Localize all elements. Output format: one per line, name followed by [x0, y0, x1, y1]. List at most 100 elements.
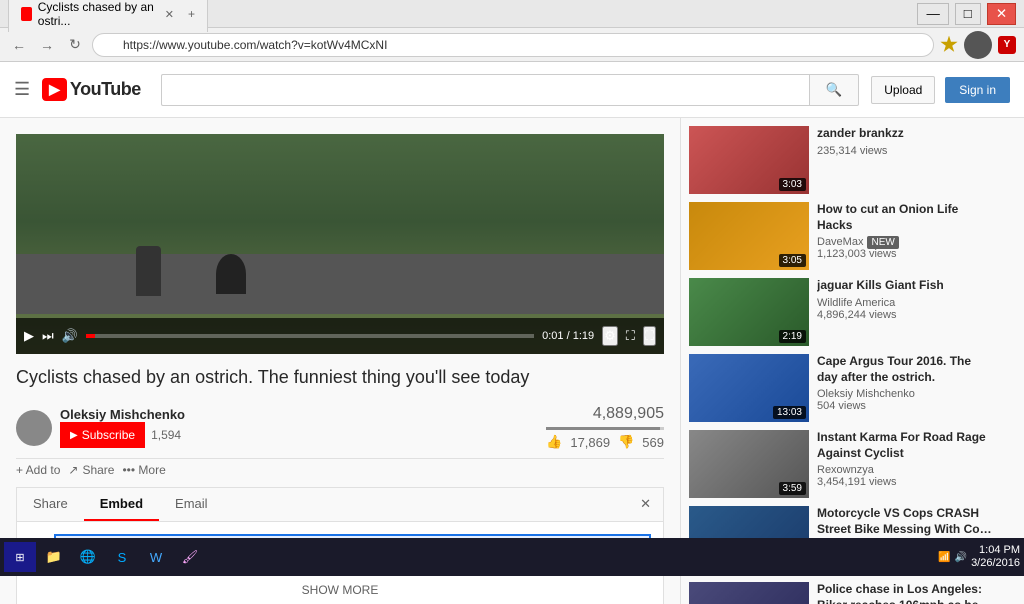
- youtube-header: ☰ ▶ YouTube 🔍 Upload Sign in: [0, 62, 1024, 118]
- sidebar-video-item[interactable]: 3:59 Instant Karma For Road Rage Against …: [689, 430, 992, 498]
- sidebar-title: Instant Karma For Road Rage Against Cycl…: [817, 430, 992, 461]
- fullscreen-button[interactable]: ⛶: [643, 326, 656, 346]
- video-player[interactable]: ▶ ⏭ 🔊 0:01 / 1:19 ⚙ ⛶ ⛶: [16, 134, 664, 354]
- sidebar-channel: Rexownzya: [817, 464, 992, 476]
- like-bar: [546, 427, 664, 430]
- close-button[interactable]: ✕: [987, 3, 1016, 25]
- sidebar-video-item[interactable]: 13:03Cape Argus Tour 2016. The day after…: [689, 354, 992, 422]
- sidebar-video-item[interactable]: 3:05How to cut an Onion Life HacksDaveMa…: [689, 202, 992, 270]
- sidebar-title: Motorcycle VS Cops CRASH Street Bike Mes…: [817, 506, 992, 537]
- sidebar-views: 504 views: [817, 400, 992, 412]
- sidebar-channel: Wildlife America: [817, 297, 992, 309]
- sidebar-info: Instant Karma For Road Rage Against Cycl…: [817, 430, 992, 498]
- sidebar-video-item[interactable]: 1:15 Police chase in Los Angeles: Biker r…: [689, 582, 992, 604]
- view-count-area: 4,889,905 👍 17,869 👎 569: [546, 405, 664, 450]
- header-right: Upload Sign in: [871, 76, 1010, 104]
- share-action-button[interactable]: ↗ Share: [68, 463, 114, 477]
- sidebar-info: jaguar Kills Giant FishWildlife America4…: [817, 278, 992, 346]
- email-tab[interactable]: Email: [159, 488, 224, 521]
- sidebar-duration: 3:03: [779, 178, 806, 191]
- share-tabs: Share Embed Email ✕: [17, 488, 663, 522]
- theater-button[interactable]: ⛶: [626, 328, 635, 344]
- browser-titlebar: Cyclists chased by an ostri... ✕ + — □ ✕: [0, 0, 1024, 28]
- volume-button[interactable]: 🔊: [62, 328, 78, 344]
- search-input[interactable]: [161, 74, 809, 106]
- share-close-button[interactable]: ✕: [628, 488, 663, 521]
- address-bar[interactable]: [92, 33, 934, 57]
- sidebar-info: zander brankzz235,314 views: [817, 126, 992, 194]
- taskbar-paint[interactable]: 🖌: [174, 542, 206, 572]
- likes-area: 👍 17,869 👎 569: [546, 434, 664, 450]
- search-button[interactable]: 🔍: [809, 74, 860, 106]
- search-wrap: 🔍: [161, 74, 860, 106]
- main-container: ▶ ⏭ 🔊 0:01 / 1:19 ⚙ ⛶ ⛶ Cyclists chased …: [0, 118, 1024, 604]
- hamburger-menu[interactable]: ☰: [14, 79, 30, 100]
- yt-logo-icon: ▶: [42, 78, 67, 101]
- video-controls: ▶ ⏭ 🔊 0:01 / 1:19 ⚙ ⛶ ⛶: [16, 318, 664, 354]
- sidebar-video-item[interactable]: 3:03 zander brankzz235,314 views: [689, 126, 992, 194]
- tray-network: 📶: [938, 552, 950, 563]
- subscribe-button[interactable]: ▶ Subscribe: [60, 422, 145, 448]
- thumbsup-icon[interactable]: 👍: [546, 434, 562, 450]
- more-button[interactable]: ••• More: [122, 463, 165, 477]
- tab-close-button[interactable]: ✕: [165, 8, 174, 21]
- sidebar-title: jaguar Kills Giant Fish: [817, 278, 992, 294]
- sidebar-duration: 3:05: [779, 254, 806, 267]
- add-to-button[interactable]: + Add to: [16, 463, 60, 477]
- ostrich: [136, 246, 161, 296]
- youtube-logo[interactable]: ▶ YouTube: [42, 78, 141, 101]
- show-more-button[interactable]: SHOW MORE: [17, 574, 663, 604]
- browser-toolbar: ← → ↻ Y: [0, 28, 1024, 62]
- refresh-button[interactable]: ↻: [64, 34, 86, 56]
- settings-button[interactable]: ⚙: [602, 326, 618, 346]
- video-title: Cyclists chased by an ostrich. The funni…: [16, 366, 664, 389]
- taskbar-chrome[interactable]: 🌐: [72, 542, 104, 572]
- new-tab-button[interactable]: +: [188, 7, 195, 21]
- taskbar-skype[interactable]: S: [106, 542, 138, 572]
- share-icon: ↗: [68, 463, 78, 477]
- sidebar-thumb: 3:59: [689, 430, 809, 498]
- sidebar-thumb: 1:15: [689, 582, 809, 604]
- sidebar-thumb: 3:03: [689, 126, 809, 194]
- sidebar-thumb: 3:05: [689, 202, 809, 270]
- maximize-button[interactable]: □: [955, 3, 981, 25]
- view-count: 4,889,905: [546, 405, 664, 423]
- extension-icon[interactable]: Y: [998, 36, 1016, 54]
- profile-icon[interactable]: [964, 31, 992, 59]
- sidebar-channel: Oleksiy Mishchenko: [817, 388, 992, 400]
- taskbar: ⊞ 📁 🌐 S W 🖌 📶 🔊 1:04 PM 3/26/2016: [0, 538, 1024, 576]
- sidebar-thumb: 2:19: [689, 278, 809, 346]
- signin-button[interactable]: Sign in: [945, 77, 1010, 103]
- like-count: 17,869: [570, 435, 610, 450]
- channel-avatar[interactable]: [16, 410, 52, 446]
- minimize-button[interactable]: —: [917, 3, 948, 25]
- sidebar-duration: 3:59: [779, 482, 806, 495]
- next-button[interactable]: ⏭: [42, 328, 54, 344]
- cyclist: [216, 254, 246, 294]
- thumbsdown-icon[interactable]: 👎: [618, 434, 634, 450]
- progress-bar[interactable]: [86, 334, 534, 338]
- play-button[interactable]: ▶: [24, 328, 34, 344]
- star-icon[interactable]: [940, 36, 958, 54]
- sidebar-info: Cape Argus Tour 2016. The day after the …: [817, 354, 992, 422]
- browser-tab[interactable]: Cyclists chased by an ostri... ✕ +: [8, 0, 208, 32]
- clock-area: 1:04 PM 3/26/2016: [971, 544, 1020, 570]
- sidebar-channel: 235,314 views: [817, 145, 992, 157]
- back-button[interactable]: ←: [8, 34, 30, 56]
- video-meta-row: Oleksiy Mishchenko ▶ Subscribe 1,594 4,8…: [16, 397, 664, 459]
- embed-tab[interactable]: Embed: [84, 488, 159, 521]
- sidebar: 3:03 zander brankzz235,314 views 3:05How t…: [680, 118, 1000, 604]
- sidebar-video-item[interactable]: 2:19 jaguar Kills Giant Fish Wildlife Amer…: [689, 278, 992, 346]
- forward-button[interactable]: →: [36, 34, 58, 56]
- share-tab[interactable]: Share: [17, 488, 84, 521]
- clock-time: 1:04 PM: [979, 544, 1020, 557]
- upload-button[interactable]: Upload: [871, 76, 935, 104]
- sidebar-views: 3,454,191 views: [817, 476, 992, 488]
- taskbar-explorer[interactable]: 📁: [38, 542, 70, 572]
- taskbar-word[interactable]: W: [140, 542, 172, 572]
- start-button[interactable]: ⊞: [4, 542, 36, 572]
- sidebar-info: Police chase in Los Angeles: Biker reach…: [817, 582, 992, 604]
- tab-title: Cyclists chased by an ostri...: [38, 0, 155, 28]
- channel-details: Oleksiy Mishchenko ▶ Subscribe 1,594: [60, 407, 185, 448]
- taskbar-right: 📶 🔊 1:04 PM 3/26/2016: [938, 544, 1020, 570]
